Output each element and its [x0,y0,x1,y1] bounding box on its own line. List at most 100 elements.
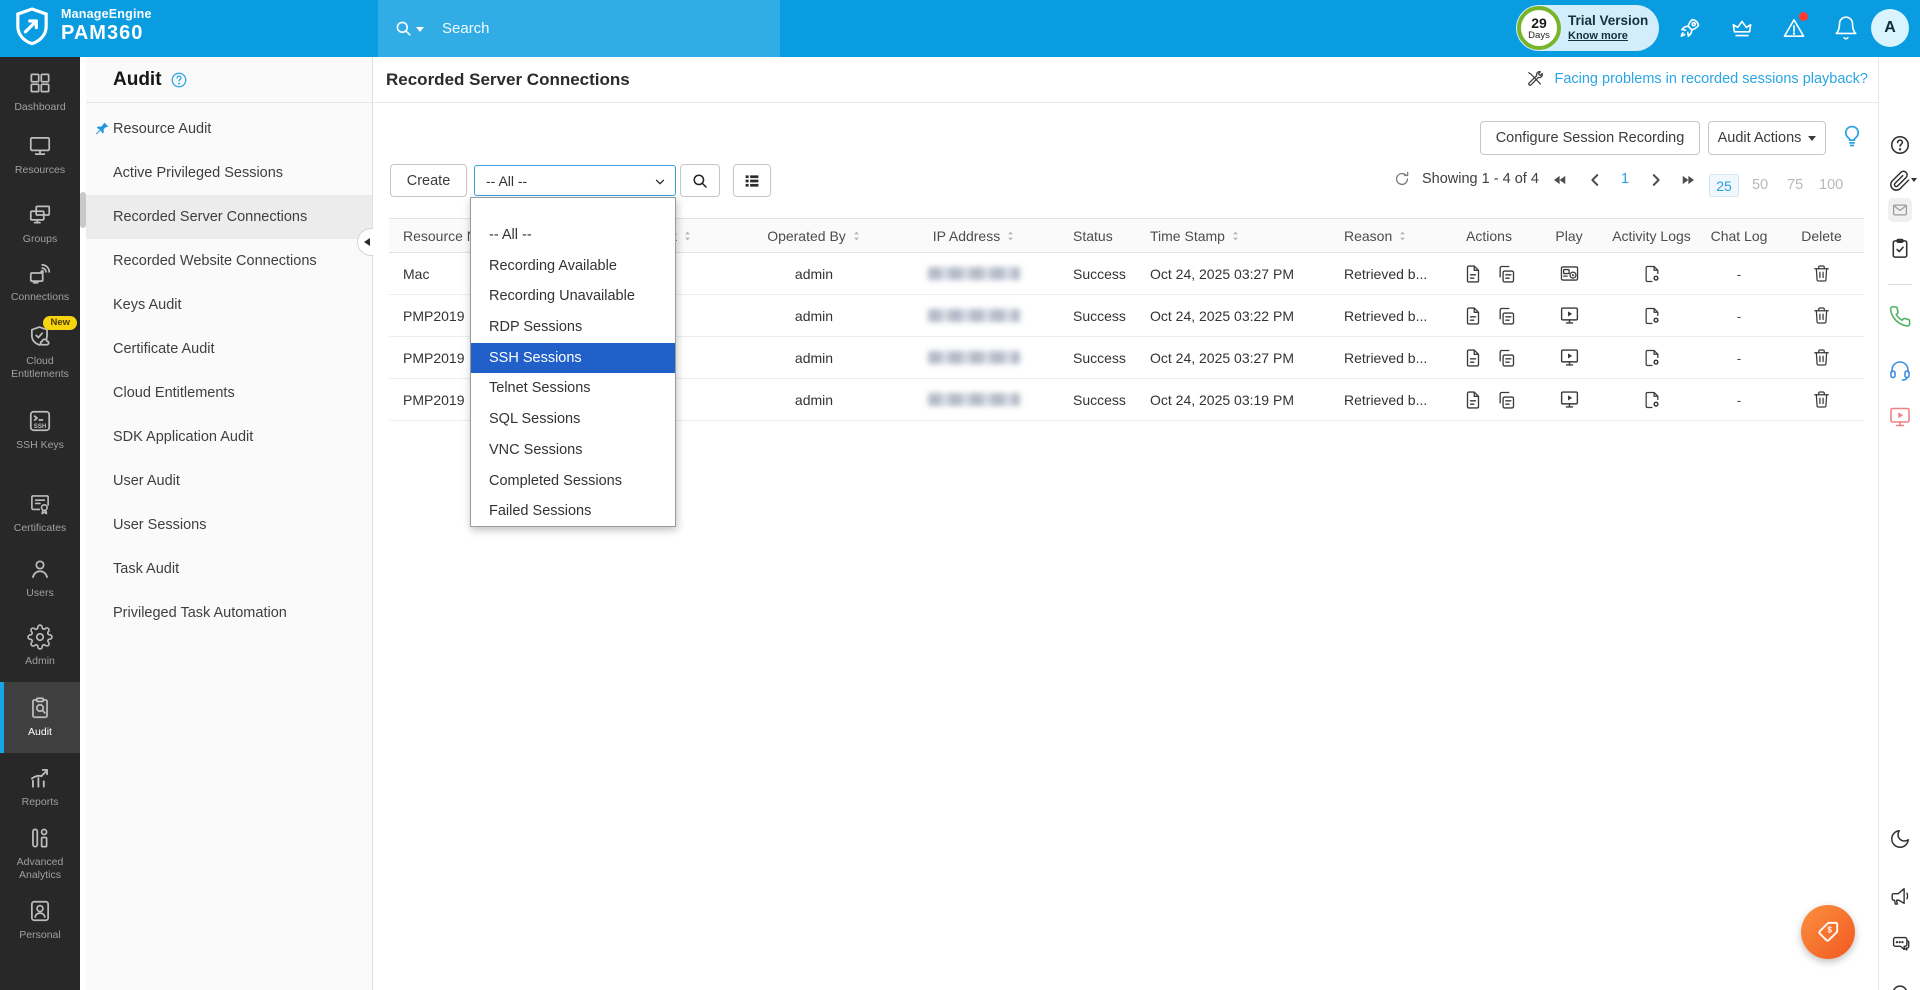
play-monitor-icon[interactable] [1559,305,1580,326]
session-filter-select[interactable]: -- All -- [474,165,676,196]
sort-icon[interactable] [852,229,861,243]
delete-trash-icon[interactable] [1812,390,1831,409]
refresh-icon[interactable] [1393,170,1411,188]
whats-new-rocket-icon[interactable] [1677,15,1703,41]
pricing-offer-floating-button[interactable] [1801,905,1855,959]
view-report-icon[interactable] [1463,264,1483,284]
user-avatar[interactable]: A [1871,9,1909,47]
menu-item-recorded-website-connections[interactable]: Recorded Website Connections [86,239,372,283]
sidebar-item-advanced-analytics[interactable]: Advanced Analytics [0,817,80,881]
copy-report-icon[interactable] [1496,264,1516,284]
play-monitor-icon[interactable] [1559,347,1580,368]
sidebar-item-cloud-entitlements[interactable]: New Cloud Entitlements [0,316,80,380]
search-button[interactable] [680,164,720,197]
sidebar-item-groups[interactable]: Groups [0,194,80,246]
col-status[interactable]: Status [1049,219,1134,252]
dropdown-option-completed-sessions[interactable]: Completed Sessions [471,466,675,497]
sidebar-item-certificates[interactable]: Certificates [0,483,80,535]
menu-item-active-privileged-sessions[interactable]: Active Privileged Sessions [86,151,372,195]
menu-item-keys-audit[interactable]: Keys Audit [86,283,372,327]
menu-item-user-sessions[interactable]: User Sessions [86,503,372,547]
menu-item-cloud-entitlements[interactable]: Cloud Entitlements [86,371,372,415]
sidebar-item-personal[interactable]: Personal [0,890,80,942]
sidebar-item-connections[interactable]: Connections [0,252,80,304]
sort-icon[interactable] [1398,229,1407,243]
copy-report-icon[interactable] [1496,306,1516,326]
sidebar-item-resources[interactable]: Resources [0,125,80,177]
phone-call-icon[interactable] [1888,305,1911,328]
last-page-icon[interactable] [1679,171,1697,189]
page-size-75[interactable]: 75 [1787,177,1803,193]
reason-cell[interactable]: Retrieved b... [1324,337,1444,378]
reason-cell[interactable]: Retrieved b... [1324,295,1444,336]
dropdown-option-vnc-sessions[interactable]: VNC Sessions [471,435,675,466]
menu-item-sdk-application-audit[interactable]: SDK Application Audit [86,415,372,459]
sidebar-item-ssh-keys[interactable]: SSH Keys [0,400,80,452]
help-question-icon[interactable] [170,71,188,89]
activity-log-icon[interactable] [1642,306,1662,326]
first-page-icon[interactable] [1551,171,1569,189]
delete-trash-icon[interactable] [1812,348,1831,367]
dark-mode-moon-icon[interactable] [1889,828,1911,850]
sort-icon[interactable] [683,229,692,243]
dropdown-option-recording-unavailable[interactable]: Recording Unavailable [471,281,675,312]
chat-bubbles-icon[interactable] [1889,933,1911,955]
global-search-input[interactable]: Search [378,0,780,57]
demo-video-icon[interactable] [1888,405,1912,429]
search-scope-caret-icon[interactable] [416,27,424,36]
support-headset-icon[interactable] [1888,358,1912,382]
page-size-100[interactable]: 100 [1819,177,1843,193]
sidebar-item-audit[interactable]: Audit [0,682,80,753]
next-page-icon[interactable] [1647,171,1665,189]
dropdown-option-all[interactable]: -- All -- [471,220,675,251]
app-logo[interactable]: ManageEngine PAM360 [12,6,152,46]
sidebar-item-dashboard[interactable]: Dashboard [0,62,80,114]
menu-item-privileged-task-automation[interactable]: Privileged Task Automation [86,591,372,635]
search-icon[interactable] [394,19,413,38]
current-page-number[interactable]: 1 [1621,171,1629,187]
sidebar-item-users[interactable]: Users [0,548,80,600]
play-session-recording-icon[interactable] [1559,263,1580,284]
col-operated-by[interactable]: Operated By [729,219,899,252]
license-crown-icon[interactable] [1729,15,1755,41]
play-monitor-icon[interactable] [1559,389,1580,410]
playback-help-link[interactable]: Facing problems in recorded sessions pla… [1554,71,1868,87]
dropdown-option-ssh-sessions[interactable]: SSH Sessions [471,343,675,374]
view-report-icon[interactable] [1463,348,1483,368]
menu-item-recorded-server-connections[interactable]: Recorded Server Connections [86,195,372,239]
delete-trash-icon[interactable] [1812,264,1831,283]
sort-icon[interactable] [1231,229,1240,243]
previous-page-icon[interactable] [1586,171,1604,189]
dropdown-option-sql-sessions[interactable]: SQL Sessions [471,404,675,435]
menu-item-user-audit[interactable]: User Audit [86,459,372,503]
dropdown-option-rdp-sessions[interactable]: RDP Sessions [471,312,675,343]
configure-session-recording-button[interactable]: Configure Session Recording [1480,121,1700,155]
col-reason[interactable]: Reason [1324,219,1444,252]
menu-item-task-audit[interactable]: Task Audit [86,547,372,591]
reason-cell[interactable]: Retrieved b... [1324,379,1444,420]
copy-report-icon[interactable] [1496,390,1516,410]
dropdown-option-recording-available[interactable]: Recording Available [471,251,675,282]
email-envelope-icon[interactable] [1888,198,1912,222]
notifications-bell-icon[interactable] [1833,15,1859,41]
help-question-icon[interactable] [1889,134,1911,156]
alerts-warning-icon[interactable] [1781,15,1807,41]
activity-log-icon[interactable] [1642,390,1662,410]
attachments-paperclip-icon[interactable] [1889,170,1911,192]
reason-cell[interactable]: Retrieved b... [1324,253,1444,294]
col-ip-address[interactable]: IP Address [899,219,1049,252]
column-chooser-button[interactable] [733,164,771,197]
activity-log-icon[interactable] [1642,264,1662,284]
sidebar-item-reports[interactable]: Reports [0,757,80,809]
copy-report-icon[interactable] [1496,348,1516,368]
live-support-headphone-icon[interactable] [1889,982,1911,990]
create-button[interactable]: Create [390,164,467,197]
menu-item-resource-audit[interactable]: Resource Audit [86,107,372,151]
page-size-50[interactable]: 50 [1752,177,1768,193]
delete-trash-icon[interactable] [1812,306,1831,325]
view-report-icon[interactable] [1463,390,1483,410]
tasks-clipboard-check-icon[interactable] [1888,237,1911,260]
dropdown-option-telnet-sessions[interactable]: Telnet Sessions [471,373,675,404]
dropdown-option-failed-sessions[interactable]: Failed Sessions [471,496,675,527]
menu-item-certificate-audit[interactable]: Certificate Audit [86,327,372,371]
